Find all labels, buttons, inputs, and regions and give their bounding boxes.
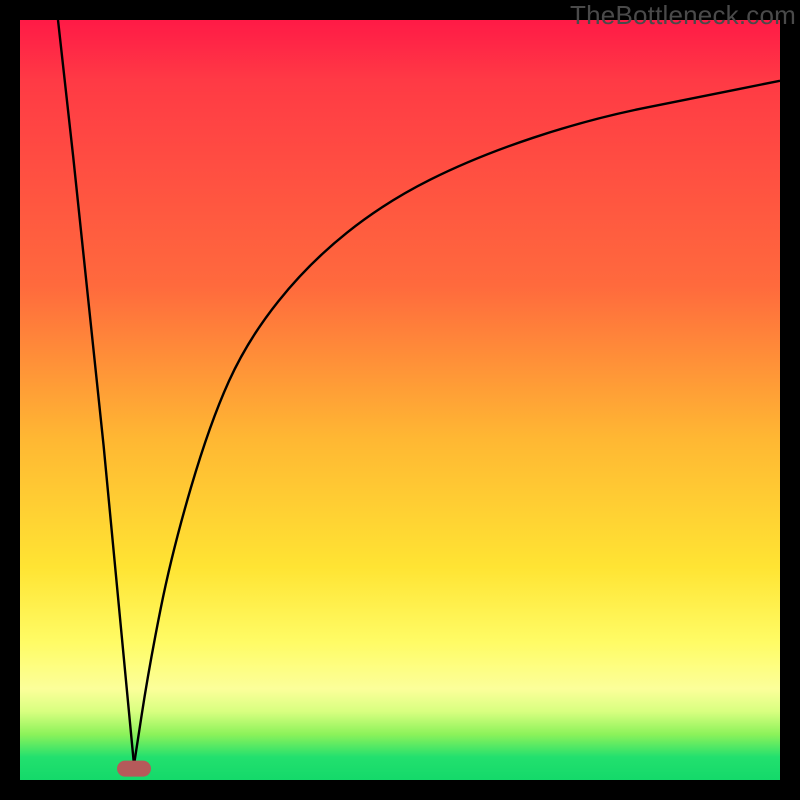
chart-frame: TheBottleneck.com	[0, 0, 800, 800]
plot-area	[20, 20, 780, 780]
